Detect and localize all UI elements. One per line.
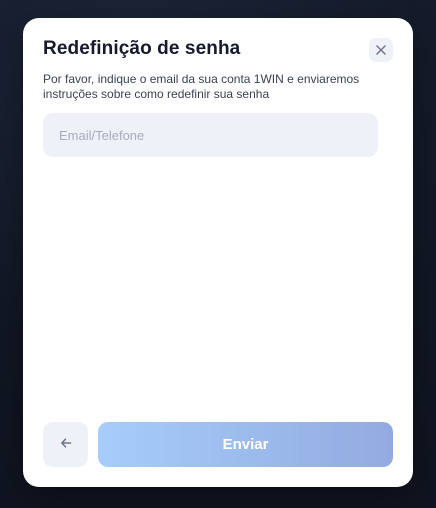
password-reset-dialog: Redefinição de senha Por favor, indique …: [23, 18, 413, 487]
arrow-left-icon: [60, 436, 72, 454]
close-icon: [375, 44, 387, 56]
close-button[interactable]: [369, 38, 393, 62]
dialog-title: Redefinição de senha: [43, 38, 241, 59]
email-phone-input[interactable]: [43, 113, 378, 157]
back-button[interactable]: [43, 422, 88, 467]
submit-button[interactable]: Enviar: [98, 422, 393, 467]
dialog-description: Por favor, indique o email da sua conta …: [43, 72, 360, 101]
